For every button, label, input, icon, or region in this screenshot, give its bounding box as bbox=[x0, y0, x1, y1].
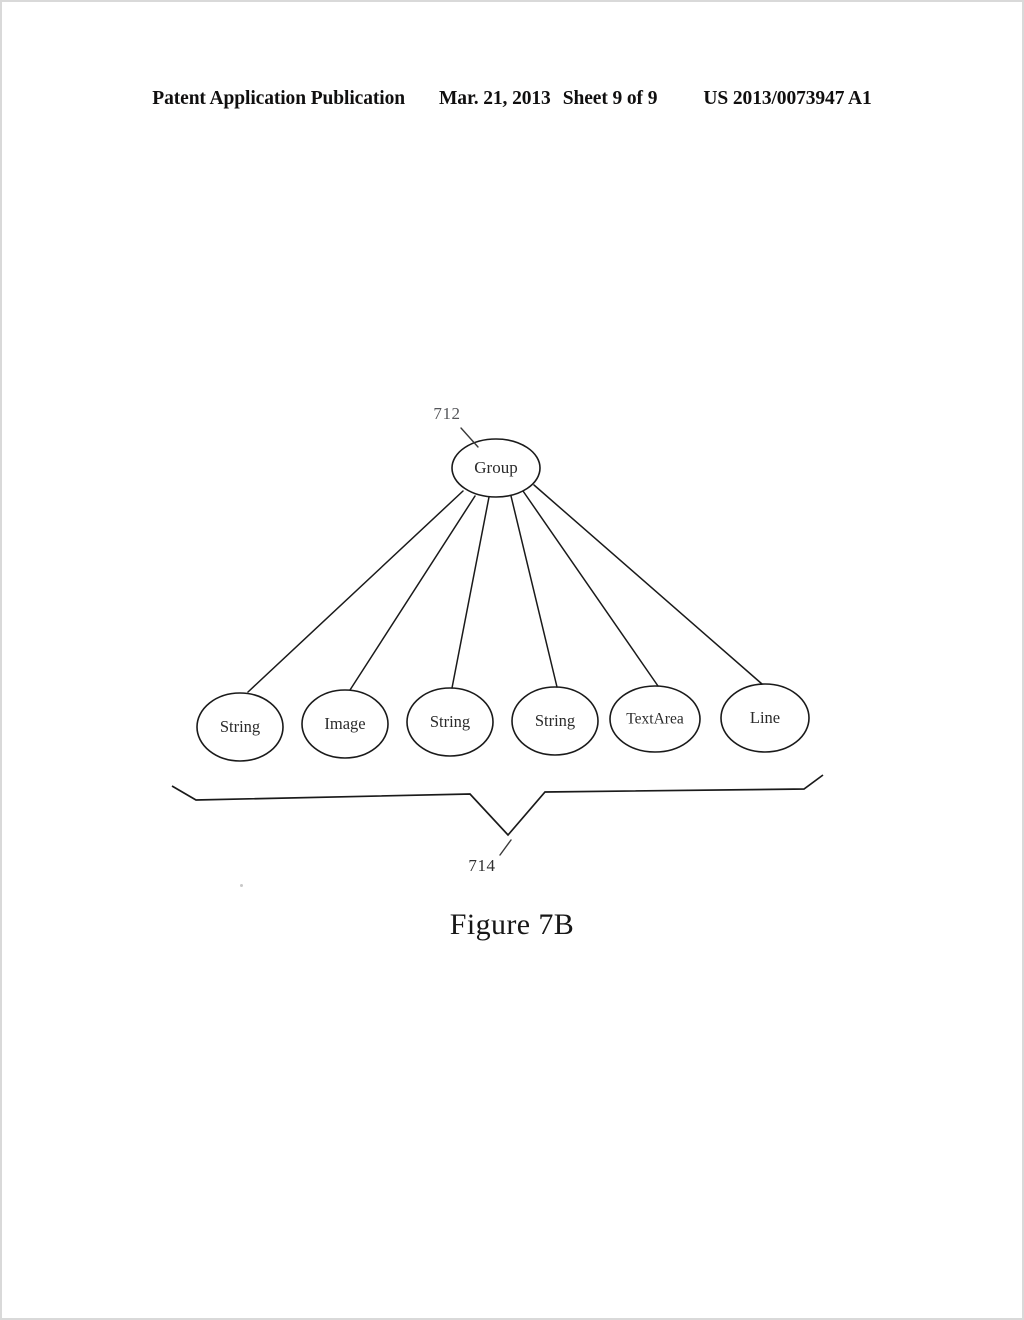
scan-speck bbox=[240, 884, 243, 887]
node-leaf-5-label: TextArea bbox=[626, 711, 684, 728]
edge-group-to-leaf-1 bbox=[247, 490, 464, 693]
node-leaf-3-ellipse bbox=[406, 687, 494, 757]
page-border-top bbox=[0, 0, 1024, 2]
header-document-number: US 2013/0073947 A1 bbox=[703, 88, 872, 109]
grouping-brace-path bbox=[171, 774, 824, 837]
header-sheet-number: Sheet 9 of 9 bbox=[562, 88, 658, 109]
header-date: Mar. 21, 2013 bbox=[438, 88, 551, 109]
tree-edges bbox=[247, 484, 763, 693]
tree-leaf-nodes: String Image String String TextArea Line bbox=[196, 683, 810, 762]
reference-712-leader bbox=[460, 427, 479, 448]
node-leaf-2-ellipse bbox=[301, 689, 389, 759]
node-leaf-6[interactable]: Line bbox=[720, 683, 810, 753]
node-leaf-4[interactable]: String bbox=[511, 686, 599, 756]
reference-712-label: 712 bbox=[433, 404, 460, 423]
reference-714-leader bbox=[499, 839, 512, 856]
figure-caption-text: Figure 7B bbox=[449, 908, 575, 941]
node-leaf-1-ellipse bbox=[196, 692, 284, 762]
node-group-root[interactable]: Group bbox=[451, 438, 541, 498]
node-leaf-1[interactable]: String bbox=[196, 692, 284, 762]
edge-group-to-leaf-3 bbox=[451, 496, 490, 689]
header-publication-label: Patent Application Publication bbox=[152, 88, 405, 109]
figure-7b-diagram: Group 712 String Image String String Tex… bbox=[0, 0, 1024, 1320]
node-leaf-2[interactable]: Image bbox=[301, 689, 389, 759]
reference-712: 712 bbox=[433, 404, 479, 448]
reference-714: 714 bbox=[468, 839, 512, 875]
edge-group-to-leaf-6 bbox=[533, 484, 763, 685]
edge-group-to-leaf-2 bbox=[349, 495, 476, 691]
node-leaf-5-ellipse bbox=[609, 685, 701, 753]
node-leaf-6-label: Line bbox=[750, 708, 780, 727]
node-group-ellipse bbox=[451, 438, 541, 498]
node-leaf-5[interactable]: TextArea bbox=[609, 685, 701, 753]
patent-page-sheet: Patent Application Publication Mar. 21, … bbox=[0, 0, 1024, 1320]
node-leaf-1-label: String bbox=[220, 717, 260, 736]
node-leaf-6-ellipse bbox=[720, 683, 810, 753]
page-border-left bbox=[0, 0, 2, 1320]
node-group-label: Group bbox=[474, 458, 517, 477]
figure-caption: Figure 7B bbox=[0, 908, 1024, 942]
edge-group-to-leaf-4 bbox=[510, 495, 558, 688]
edge-group-to-leaf-5 bbox=[522, 490, 659, 687]
reference-714-label: 714 bbox=[468, 856, 495, 875]
grouping-brace bbox=[171, 774, 824, 837]
node-leaf-4-label: String bbox=[535, 711, 575, 730]
running-header: Patent Application Publication Mar. 21, … bbox=[0, 88, 1024, 118]
node-leaf-2-label: Image bbox=[324, 714, 365, 733]
node-leaf-3[interactable]: String bbox=[406, 687, 494, 757]
node-leaf-3-label: String bbox=[430, 712, 470, 731]
figure-svg-canvas: Group 712 String Image String String Tex… bbox=[171, 404, 824, 875]
node-leaf-4-ellipse bbox=[511, 686, 599, 756]
